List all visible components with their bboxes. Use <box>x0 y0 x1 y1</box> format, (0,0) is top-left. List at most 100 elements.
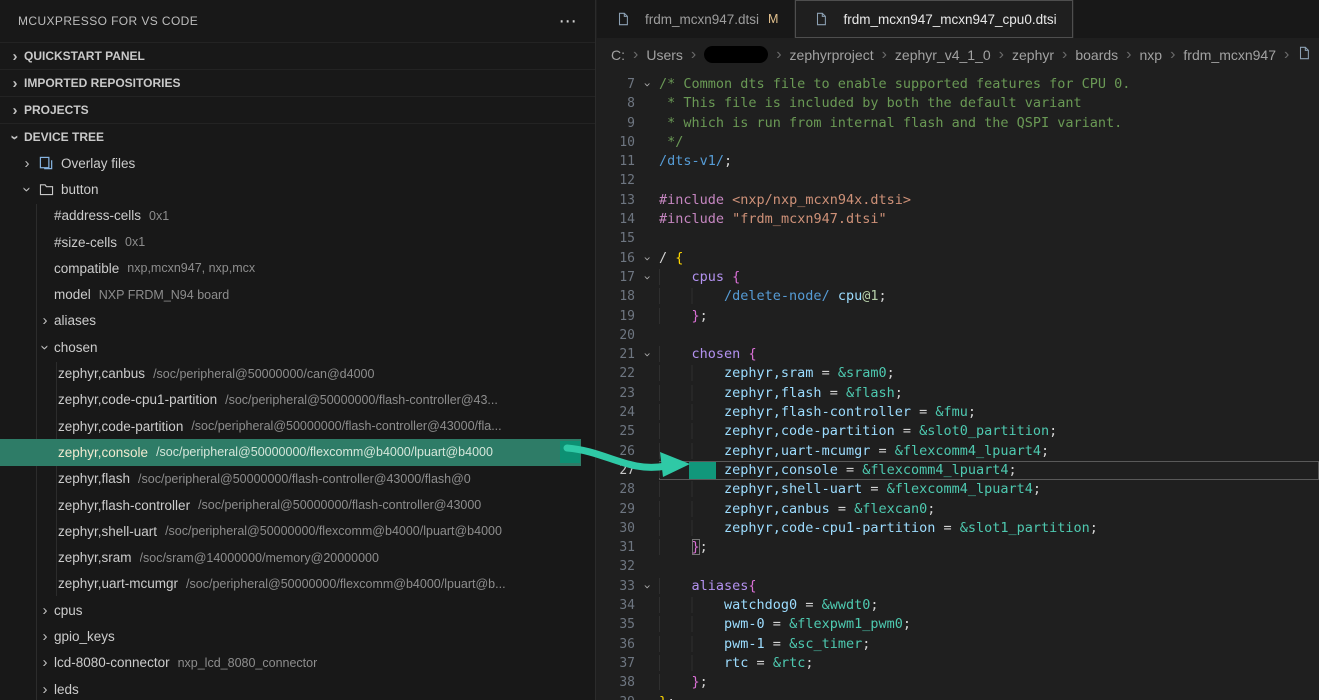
line-number[interactable]: 24 <box>597 403 635 422</box>
section-header[interactable]: ›PROJECTS <box>0 96 595 123</box>
line-number[interactable]: 32 <box>597 557 635 576</box>
chevron-icon[interactable]: › <box>7 128 24 146</box>
code-line-text[interactable] <box>659 557 1319 576</box>
line-number[interactable]: 28 <box>597 480 635 499</box>
code-line-text[interactable]: }; <box>659 538 1319 557</box>
file-icon[interactable] <box>1297 45 1311 64</box>
line-number[interactable]: 30 <box>597 519 635 538</box>
chevron-icon[interactable]: › <box>36 312 54 329</box>
breadcrumb-item[interactable]: C: <box>611 47 625 63</box>
line-number[interactable]: 29 <box>597 500 635 519</box>
editor-tab[interactable]: frdm_mcxn947_mcxn947_cpu0.dtsi <box>795 0 1073 38</box>
line-number[interactable]: 7 <box>597 75 635 94</box>
tree-item[interactable]: ›#size-cells0x1 <box>0 229 595 255</box>
line-number[interactable]: 23 <box>597 384 635 403</box>
line-number[interactable]: 13 <box>597 191 635 210</box>
line-number[interactable]: 36 <box>597 635 635 654</box>
code-line-text[interactable]: / { <box>659 249 1319 268</box>
tree-item[interactable]: ›zephyr,canbus/soc/peripheral@50000000/c… <box>0 360 595 386</box>
code-line-text[interactable]: /* Common dts file to enable supported f… <box>659 75 1319 94</box>
line-number[interactable]: 39 <box>597 693 635 700</box>
line-number[interactable]: 31 <box>597 538 635 557</box>
tree-item[interactable]: ›Overlay files <box>0 150 595 176</box>
tree-item[interactable]: ›zephyr,code-partition/soc/peripheral@50… <box>0 413 595 439</box>
code-line-text[interactable]: zephyr,code-partition = &slot0_partition… <box>659 422 1319 441</box>
breadcrumb-item[interactable]: boards <box>1075 47 1118 63</box>
code-line-text[interactable]: }; <box>659 673 1319 692</box>
fold-chevron-icon[interactable]: › <box>635 268 659 287</box>
code-line-text[interactable]: pwm-1 = &sc_timer; <box>659 635 1319 654</box>
code-line-text[interactable]: * This file is included by both the defa… <box>659 94 1319 113</box>
code-line-text[interactable]: zephyr,uart-mcumgr = &flexcomm4_lpuart4; <box>659 442 1319 461</box>
fold-chevron-icon[interactable]: › <box>635 249 659 268</box>
code-line-text[interactable]: zephyr,shell-uart = &flexcomm4_lpuart4; <box>659 480 1319 499</box>
chevron-icon[interactable]: › <box>37 338 54 356</box>
fold-chevron-icon[interactable]: › <box>635 577 659 596</box>
section-header[interactable]: ›QUICKSTART PANEL <box>0 42 595 69</box>
chevron-icon[interactable]: › <box>6 102 24 119</box>
line-number[interactable]: 27 <box>597 461 635 480</box>
chevron-icon[interactable]: › <box>6 48 24 65</box>
breadcrumb-item[interactable]: zephyr <box>1012 47 1054 63</box>
line-number[interactable]: 20 <box>597 326 635 345</box>
code-line-text[interactable] <box>659 171 1319 190</box>
tree-item[interactable]: ›zephyr,code-cpu1-partition/soc/peripher… <box>0 387 595 413</box>
section-header[interactable]: ›DEVICE TREE <box>0 123 595 150</box>
tree-item[interactable]: ›zephyr,shell-uart/soc/peripheral@500000… <box>0 518 595 544</box>
line-number[interactable]: 15 <box>597 229 635 248</box>
tree-item[interactable]: ›gpio_keys <box>0 623 595 649</box>
line-number[interactable]: 11 <box>597 152 635 171</box>
code-line-text[interactable]: #include <nxp/nxp_mcxn94x.dtsi> <box>659 191 1319 210</box>
breadcrumb-item[interactable]: nxp <box>1140 47 1163 63</box>
code-line-text[interactable]: aliases{ <box>659 577 1319 596</box>
tree-item[interactable]: ›zephyr,uart-mcumgr/soc/peripheral@50000… <box>0 571 595 597</box>
line-number[interactable]: 21 <box>597 345 635 364</box>
tree-item[interactable]: ›zephyr,flash-controller/soc/peripheral@… <box>0 492 595 518</box>
line-number[interactable]: 22 <box>597 364 635 383</box>
more-actions-icon[interactable]: ⋯ <box>559 12 577 30</box>
code-line-text[interactable]: watchdog0 = &wwdt0; <box>659 596 1319 615</box>
line-number[interactable]: 14 <box>597 210 635 229</box>
tree-item[interactable]: ›cpus <box>0 597 595 623</box>
editor-tab[interactable]: frdm_mcxn947.dtsiM <box>597 0 795 38</box>
code-line-text[interactable]: zephyr,code-cpu1-partition = &slot1_part… <box>659 519 1319 538</box>
tree-item[interactable]: ›lcd-8080-connectornxp_lcd_8080_connecto… <box>0 650 595 676</box>
chevron-icon[interactable]: › <box>36 628 54 645</box>
tree-item[interactable]: ›leds <box>0 676 595 700</box>
code-line-text[interactable]: rtc = &rtc; <box>659 654 1319 673</box>
code-line-text[interactable]: /delete-node/ cpu@1; <box>659 287 1319 306</box>
tree-item[interactable]: ›compatiblenxp,mcxn947, nxp,mcx <box>0 255 595 281</box>
line-number[interactable]: 12 <box>597 171 635 190</box>
tree-item[interactable]: ›zephyr,flash/soc/peripheral@50000000/fl… <box>0 466 595 492</box>
chevron-icon[interactable]: › <box>19 180 36 198</box>
code-line-text[interactable]: }; <box>659 693 1319 700</box>
code-line-text[interactable]: zephyr,console = &flexcomm4_lpuart4; <box>659 461 1319 480</box>
tree-item[interactable]: ›chosen <box>0 334 595 360</box>
line-number[interactable]: 25 <box>597 422 635 441</box>
line-number[interactable]: 38 <box>597 673 635 692</box>
chevron-icon[interactable]: › <box>18 155 36 172</box>
code-line-text[interactable]: }; <box>659 307 1319 326</box>
line-number[interactable]: 16 <box>597 249 635 268</box>
code-line-text[interactable]: /dts-v1/; <box>659 152 1319 171</box>
code-line-text[interactable] <box>659 326 1319 345</box>
code-line-text[interactable]: pwm-0 = &flexpwm1_pwm0; <box>659 615 1319 634</box>
line-number[interactable]: 17 <box>597 268 635 287</box>
tree-item[interactable]: ›#address-cells0x1 <box>0 203 595 229</box>
fold-chevron-icon[interactable]: › <box>635 345 659 364</box>
tree-item[interactable]: ›zephyr,console/soc/peripheral@50000000/… <box>0 439 581 465</box>
code-line-text[interactable]: chosen { <box>659 345 1319 364</box>
breadcrumb-item[interactable]: frdm_mcxn947 <box>1183 47 1276 63</box>
tree-item[interactable]: ›zephyr,sram/soc/sram@14000000/memory@20… <box>0 544 595 570</box>
line-number[interactable]: 18 <box>597 287 635 306</box>
line-number[interactable]: 37 <box>597 654 635 673</box>
tree-item[interactable]: ›modelNXP FRDM_N94 board <box>0 281 595 307</box>
chevron-icon[interactable]: › <box>6 75 24 92</box>
line-number[interactable]: 8 <box>597 94 635 113</box>
tree-item[interactable]: ›aliases <box>0 308 595 334</box>
breadcrumb-item[interactable]: zephyrproject <box>790 47 874 63</box>
line-number[interactable]: 33 <box>597 577 635 596</box>
chevron-icon[interactable]: › <box>36 602 54 619</box>
chevron-icon[interactable]: › <box>36 654 54 671</box>
line-number[interactable]: 9 <box>597 114 635 133</box>
